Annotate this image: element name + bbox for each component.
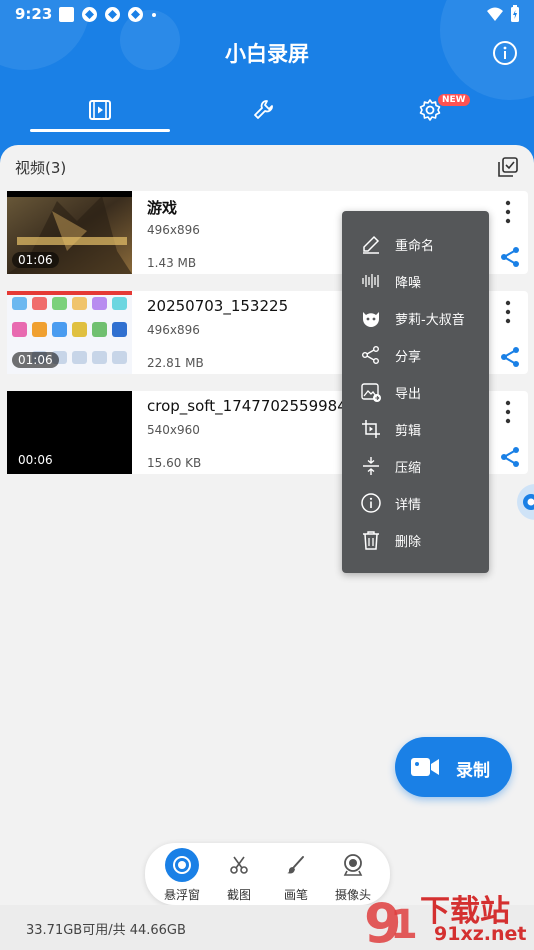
wrench-icon bbox=[254, 100, 273, 119]
menu-item-label: 分享 bbox=[395, 350, 422, 365]
voice-face-icon bbox=[363, 312, 379, 327]
brush-icon bbox=[279, 848, 313, 882]
video-thumbnail[interactable]: 01:06 bbox=[7, 291, 132, 374]
tool-label: 画笔 bbox=[283, 888, 308, 902]
watermark-url: 91xz.net bbox=[434, 923, 527, 945]
pencil-icon bbox=[363, 235, 380, 254]
watermark-logo: 9 1 bbox=[364, 892, 418, 950]
tool-brush[interactable]: 画笔 bbox=[268, 843, 324, 905]
app-notification-icon bbox=[82, 7, 97, 22]
video-name: 20250703_153225 bbox=[147, 297, 289, 315]
more-options-icon[interactable] bbox=[500, 399, 516, 425]
dot-icon bbox=[152, 13, 156, 17]
context-menu: 重命名 降噪 萝莉-大叔音 分享 导出 剪辑 压缩 详情 删除 bbox=[342, 211, 489, 573]
menu-item-label: 压缩 bbox=[395, 461, 422, 476]
section-title: 视频(3) bbox=[15, 159, 67, 177]
new-badge: NEW bbox=[438, 94, 470, 106]
menu-item-share[interactable]: 分享 bbox=[342, 336, 489, 373]
battery-icon bbox=[511, 5, 519, 22]
menu-item-compress[interactable]: 压缩 bbox=[342, 447, 489, 484]
app-notification-icon bbox=[128, 7, 143, 22]
storage-info: 33.71GB可用/共 44.66GB bbox=[26, 923, 186, 938]
video-name: crop_soft_1747702559984 bbox=[147, 397, 347, 415]
image-export-icon bbox=[361, 383, 381, 402]
app-notification-icon bbox=[59, 7, 74, 22]
record-handle-icon bbox=[523, 494, 534, 510]
video-size: 22.81 MB bbox=[147, 356, 204, 370]
tool-floating-window[interactable]: 悬浮窗 bbox=[154, 843, 210, 905]
video-resolution: 496x896 bbox=[147, 223, 200, 237]
waveform-icon bbox=[362, 274, 379, 288]
floating-toolbar: 悬浮窗 截图 画笔 摄像头 bbox=[145, 843, 390, 905]
record-button[interactable]: 录制 bbox=[395, 737, 512, 797]
status-bar: 9:23 bbox=[0, 0, 534, 30]
menu-item-label: 剪辑 bbox=[395, 424, 422, 439]
status-time: 9:23 bbox=[15, 5, 53, 23]
tab-indicator bbox=[30, 129, 170, 132]
menu-item-denoise[interactable]: 降噪 bbox=[342, 262, 489, 299]
menu-item-export[interactable]: 导出 bbox=[342, 373, 489, 410]
menu-item-delete[interactable]: 删除 bbox=[342, 521, 489, 558]
video-icon bbox=[89, 100, 111, 120]
record-button-label: 录制 bbox=[456, 761, 490, 781]
camera-icon bbox=[336, 848, 370, 882]
menu-item-label: 删除 bbox=[395, 535, 422, 550]
system-status-icons bbox=[486, 5, 520, 23]
tab-tools[interactable] bbox=[194, 90, 334, 130]
app-title: 小白录屏 bbox=[225, 42, 309, 66]
trash-icon bbox=[363, 531, 379, 550]
video-size: 15.60 KB bbox=[147, 456, 202, 470]
tool-label: 截图 bbox=[226, 888, 251, 902]
info-icon bbox=[361, 493, 381, 513]
share-icon[interactable] bbox=[498, 245, 522, 269]
site-watermark: 9 1 下载站 91xz.net bbox=[360, 886, 534, 950]
menu-item-label: 降噪 bbox=[395, 276, 422, 291]
menu-item-label: 导出 bbox=[395, 387, 422, 402]
more-options-icon[interactable] bbox=[500, 299, 516, 325]
notification-icons bbox=[58, 6, 158, 23]
multi-select-icon[interactable] bbox=[498, 157, 518, 177]
video-duration: 01:06 bbox=[12, 252, 59, 268]
scissors-icon bbox=[222, 848, 256, 882]
app-notification-icon bbox=[105, 7, 120, 22]
svg-text:1: 1 bbox=[390, 902, 418, 948]
float-window-icon bbox=[165, 848, 199, 882]
tab-settings[interactable] bbox=[360, 90, 500, 130]
video-duration: 01:06 bbox=[12, 352, 59, 368]
tool-label: 悬浮窗 bbox=[163, 888, 200, 902]
share-icon[interactable] bbox=[498, 445, 522, 469]
video-camera-icon bbox=[411, 758, 439, 776]
menu-item-voice-change[interactable]: 萝莉-大叔音 bbox=[342, 299, 489, 336]
video-size: 1.43 MB bbox=[147, 256, 197, 270]
video-thumbnail[interactable]: 01:06 bbox=[7, 191, 132, 274]
video-name: 游戏 bbox=[147, 199, 178, 217]
video-resolution: 496x896 bbox=[147, 323, 200, 337]
menu-item-label: 萝莉-大叔音 bbox=[395, 313, 465, 328]
menu-item-label: 详情 bbox=[395, 498, 422, 513]
tab-videos[interactable] bbox=[30, 90, 170, 130]
share-icon[interactable] bbox=[498, 345, 522, 369]
more-options-icon[interactable] bbox=[500, 199, 516, 225]
tool-screenshot[interactable]: 截图 bbox=[211, 843, 267, 905]
menu-item-rename[interactable]: 重命名 bbox=[342, 225, 489, 262]
menu-item-label: 重命名 bbox=[395, 239, 435, 254]
video-thumbnail[interactable]: 00:06 bbox=[7, 391, 132, 474]
info-icon[interactable] bbox=[492, 40, 518, 66]
video-resolution: 540x960 bbox=[147, 423, 200, 437]
compress-icon bbox=[363, 457, 379, 475]
wifi-icon bbox=[487, 7, 503, 21]
share-icon bbox=[362, 346, 379, 364]
video-duration: 00:06 bbox=[18, 453, 53, 467]
menu-item-edit[interactable]: 剪辑 bbox=[342, 410, 489, 447]
menu-item-details[interactable]: 详情 bbox=[342, 484, 489, 521]
crop-icon bbox=[362, 420, 380, 438]
